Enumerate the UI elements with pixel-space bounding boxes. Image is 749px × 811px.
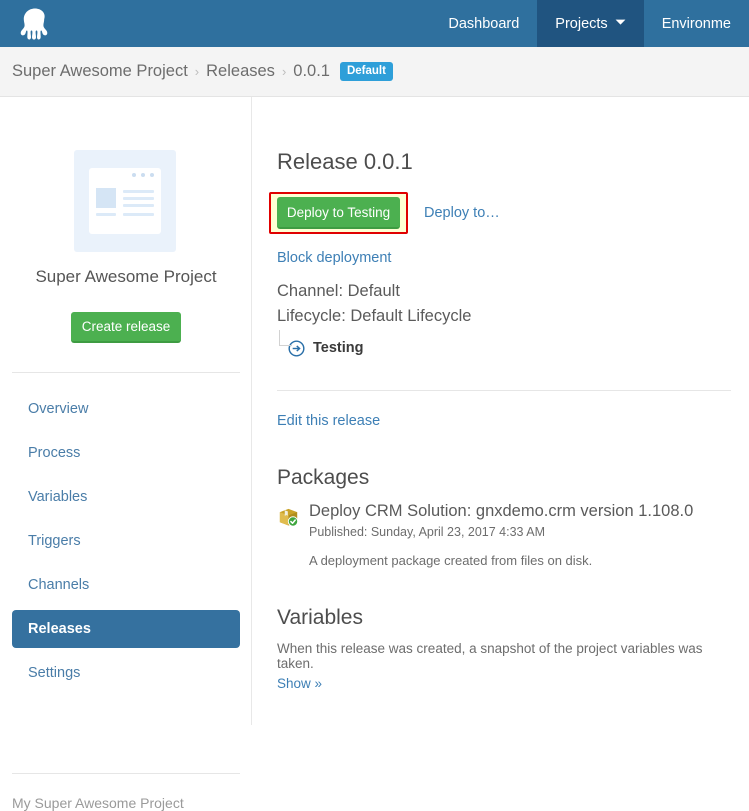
nav-item-projects-label: Projects bbox=[555, 15, 608, 32]
sidebar-item-label: Releases bbox=[28, 621, 91, 637]
sidebar-divider-top bbox=[12, 372, 240, 373]
nav-item-dashboard[interactable]: Dashboard bbox=[430, 0, 537, 47]
sidebar-item-triggers[interactable]: Triggers bbox=[12, 522, 240, 560]
page-title: Release 0.0.1 bbox=[277, 149, 413, 174]
lifecycle-phase-name: Testing bbox=[313, 340, 364, 356]
create-release-button[interactable]: Create release bbox=[71, 312, 181, 343]
lifecycle-phase-row: Testing bbox=[277, 330, 731, 361]
sidebar-nav-list: Overview Process Variables Triggers Chan… bbox=[0, 390, 252, 698]
deploy-to-link[interactable]: Deploy to… bbox=[424, 205, 500, 221]
sidebar-footer-label: My Super Awesome Project bbox=[12, 795, 184, 811]
sidebar-item-label: Overview bbox=[28, 401, 89, 417]
packages-heading: Packages bbox=[277, 466, 370, 489]
nav-item-environments-label: Environme bbox=[661, 15, 731, 32]
project-thumbnail-card bbox=[89, 168, 161, 234]
package-title: Deploy CRM Solution: gnxdemo.crm version… bbox=[309, 502, 694, 520]
chevron-down-icon bbox=[615, 18, 626, 29]
project-thumbnail-titlebar bbox=[89, 168, 161, 182]
sidebar-item-label: Channels bbox=[28, 577, 90, 593]
breadcrumb-item-releases[interactable]: Releases bbox=[206, 62, 275, 81]
sidebar-item-label: Triggers bbox=[28, 533, 81, 549]
deploy-to-testing-button[interactable]: Deploy to Testing bbox=[277, 197, 400, 229]
variables-show-link[interactable]: Show » bbox=[277, 676, 322, 691]
edit-release-link[interactable]: Edit this release bbox=[277, 413, 380, 429]
sidebar-item-variables[interactable]: Variables bbox=[12, 478, 240, 516]
main-content: Release 0.0.1 Deploy to Testing Deploy t… bbox=[252, 97, 749, 725]
sidebar-divider-bottom bbox=[12, 773, 240, 774]
nav-item-environments[interactable]: Environme bbox=[644, 0, 749, 47]
sidebar-item-label: Settings bbox=[28, 665, 81, 681]
deploy-button-row: Deploy to Testing Deploy to… bbox=[269, 192, 731, 234]
breadcrumb-item-project[interactable]: Super Awesome Project bbox=[12, 62, 188, 81]
sidebar-item-overview[interactable]: Overview bbox=[12, 390, 240, 428]
status-badge-default: Default bbox=[339, 62, 393, 81]
sidebar: Super Awesome Project Create release Ove… bbox=[0, 97, 252, 811]
package-description: A deployment package created from files … bbox=[309, 553, 593, 568]
deploy-to-testing-button-label: Deploy to Testing bbox=[286, 204, 391, 220]
top-navigation-bar: Dashboard Projects Environme bbox=[0, 0, 749, 47]
sidebar-item-label: Variables bbox=[28, 489, 88, 505]
nav-item-dashboard-label: Dashboard bbox=[448, 15, 520, 32]
project-thumbnail-icon bbox=[74, 150, 176, 252]
sidebar-item-settings[interactable]: Settings bbox=[12, 654, 240, 692]
variables-description: When this release was created, a snapsho… bbox=[277, 641, 703, 671]
octopus-logo[interactable] bbox=[0, 0, 70, 47]
sidebar-project-name: Super Awesome Project bbox=[35, 267, 217, 286]
content-divider bbox=[277, 390, 731, 391]
package-details: Deploy CRM Solution: gnxdemo.crm version… bbox=[309, 502, 693, 568]
sidebar-item-label: Process bbox=[28, 445, 81, 461]
variables-heading: Variables bbox=[277, 606, 363, 629]
nav-item-projects[interactable]: Projects bbox=[537, 0, 644, 47]
sidebar-item-process[interactable]: Process bbox=[12, 434, 240, 472]
breadcrumb-separator: › bbox=[281, 64, 287, 79]
package-item: Deploy CRM Solution: gnxdemo.crm version… bbox=[277, 502, 731, 568]
breadcrumb: Super Awesome Project › Releases › 0.0.1… bbox=[0, 47, 749, 97]
block-deployment-link[interactable]: Block deployment bbox=[277, 250, 731, 266]
package-published: Published: Sunday, April 23, 2017 4:33 A… bbox=[309, 525, 546, 539]
package-verified-icon bbox=[277, 502, 309, 568]
octopus-logo-icon bbox=[20, 8, 48, 39]
breadcrumb-separator: › bbox=[194, 64, 200, 79]
sidebar-item-channels[interactable]: Channels bbox=[12, 566, 240, 604]
lifecycle-connector bbox=[279, 330, 292, 346]
lifecycle-line: Lifecycle: Default Lifecycle bbox=[277, 307, 472, 325]
sidebar-item-releases[interactable]: Releases bbox=[12, 610, 240, 648]
breadcrumb-item-version: 0.0.1 bbox=[293, 62, 330, 80]
create-release-button-label: Create release bbox=[81, 319, 171, 334]
channel-line: Channel: Default bbox=[277, 282, 400, 300]
